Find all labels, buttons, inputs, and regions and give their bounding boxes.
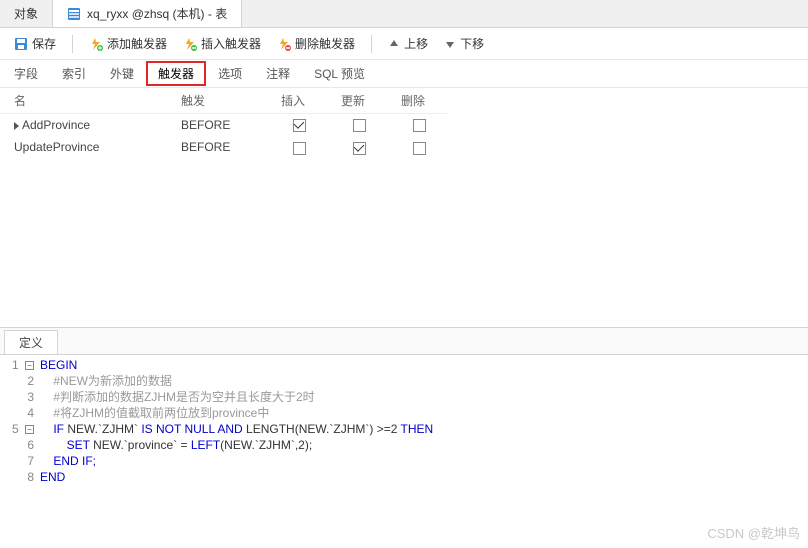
- header-insert[interactable]: 插入: [267, 88, 327, 114]
- save-icon: [14, 37, 28, 51]
- tab-options[interactable]: 选项: [206, 61, 254, 86]
- tab-sql-preview[interactable]: SQL 预览: [302, 61, 377, 86]
- tab-objects[interactable]: 对象: [0, 0, 53, 27]
- arrow-up-icon: [388, 38, 400, 50]
- code-line: BEGIN: [40, 358, 77, 372]
- fold-icon[interactable]: −: [25, 425, 34, 434]
- triggers-grid: 名 触发 插入 更新 删除 AddProvinceBEFOREUpdatePro…: [0, 88, 447, 159]
- delete-trigger-label: 删除触发器: [295, 35, 355, 52]
- cell-name: AddProvince: [22, 118, 90, 132]
- kw: LEFT: [191, 438, 220, 452]
- code-line: #判断添加的数据ZJHM是否为空并且长度大于2时: [40, 390, 315, 404]
- tok: LENGTH: [243, 422, 295, 436]
- checkbox-delete[interactable]: [413, 142, 426, 155]
- lightning-delete-icon: [277, 37, 291, 51]
- insert-trigger-label: 插入触发器: [201, 35, 261, 52]
- tab-table-title: xq_ryxx @zhsq (本机) - 表: [87, 5, 227, 22]
- separator: [72, 35, 73, 53]
- checkbox-insert[interactable]: [293, 142, 306, 155]
- tab-fields[interactable]: 字段: [2, 61, 50, 86]
- move-down-button[interactable]: 下移: [438, 33, 490, 54]
- cell-trigger: BEFORE: [181, 140, 230, 154]
- delete-trigger-button[interactable]: 删除触发器: [271, 33, 361, 54]
- kw: THEN: [401, 422, 434, 436]
- tab-table[interactable]: xq_ryxx @zhsq (本机) - 表: [53, 0, 242, 27]
- lightning-add-icon: [89, 37, 103, 51]
- tab-objects-label: 对象: [14, 5, 38, 22]
- save-button[interactable]: 保存: [8, 33, 62, 54]
- header-delete[interactable]: 删除: [387, 88, 447, 114]
- tab-indexes[interactable]: 索引: [50, 61, 98, 86]
- code-line: END IF;: [40, 454, 96, 468]
- save-label: 保存: [32, 35, 56, 52]
- header-update[interactable]: 更新: [327, 88, 387, 114]
- code-line: #NEW为新添加的数据: [40, 374, 172, 388]
- fold-icon[interactable]: −: [25, 361, 34, 370]
- cell-trigger: BEFORE: [181, 118, 230, 132]
- code-editor[interactable]: 1 − 234 5 − 678 BEGIN #NEW为新添加的数据 #判断添加的…: [0, 355, 808, 525]
- add-trigger-label: 添加触发器: [107, 35, 167, 52]
- separator: [371, 35, 372, 53]
- tab-foreign-keys[interactable]: 外键: [98, 61, 146, 86]
- move-down-label: 下移: [460, 35, 484, 52]
- kw: IS NOT NULL AND: [141, 422, 242, 436]
- toolbar: 保存 添加触发器 插入触发器 删除触发器 上移 下移: [0, 28, 808, 60]
- move-up-label: 上移: [404, 35, 428, 52]
- tab-triggers[interactable]: 触发器: [146, 61, 206, 86]
- arrow-down-icon: [444, 38, 456, 50]
- definition-tabs: 定义: [0, 328, 808, 355]
- checkbox-delete[interactable]: [413, 119, 426, 132]
- table-row[interactable]: AddProvince BEFORE: [0, 114, 447, 137]
- table-row[interactable]: UpdateProvince BEFORE: [0, 136, 447, 158]
- line-gutter: 1 − 234 5 − 678: [0, 355, 40, 525]
- current-row-icon: [14, 122, 19, 130]
- top-tabs: 对象 xq_ryxx @zhsq (本机) - 表: [0, 0, 808, 28]
- code-line: END: [40, 470, 65, 484]
- lightning-insert-icon: [183, 37, 197, 51]
- header-name[interactable]: 名: [0, 88, 167, 114]
- code-content[interactable]: BEGIN #NEW为新添加的数据 #判断添加的数据ZJHM是否为空并且长度大于…: [40, 355, 433, 525]
- subtabs: 字段 索引 外键 触发器 选项 注释 SQL 预览: [0, 60, 808, 88]
- checkbox-update[interactable]: [353, 119, 366, 132]
- tok: (NEW.`ZJHM`) >=2: [295, 422, 401, 436]
- table-icon: [67, 7, 81, 21]
- checkbox-insert[interactable]: [293, 119, 306, 132]
- tok: NEW.`ZJHM`: [64, 422, 141, 436]
- cell-name: UpdateProvince: [14, 140, 99, 154]
- kw: IF: [40, 422, 64, 436]
- tok: NEW.`province` =: [90, 438, 191, 452]
- header-trigger[interactable]: 触发: [167, 88, 267, 114]
- watermark: CSDN @乾坤鸟: [707, 523, 800, 542]
- move-up-button[interactable]: 上移: [382, 33, 434, 54]
- kw: SET: [40, 438, 90, 452]
- insert-trigger-button[interactable]: 插入触发器: [177, 33, 267, 54]
- tok: (NEW.`ZJHM`,2);: [220, 438, 312, 452]
- tab-definition[interactable]: 定义: [4, 330, 58, 354]
- checkbox-update[interactable]: [353, 142, 366, 155]
- add-trigger-button[interactable]: 添加触发器: [83, 33, 173, 54]
- code-line: #将ZJHM的值截取前两位放到province中: [40, 406, 269, 420]
- tab-comment[interactable]: 注释: [254, 61, 302, 86]
